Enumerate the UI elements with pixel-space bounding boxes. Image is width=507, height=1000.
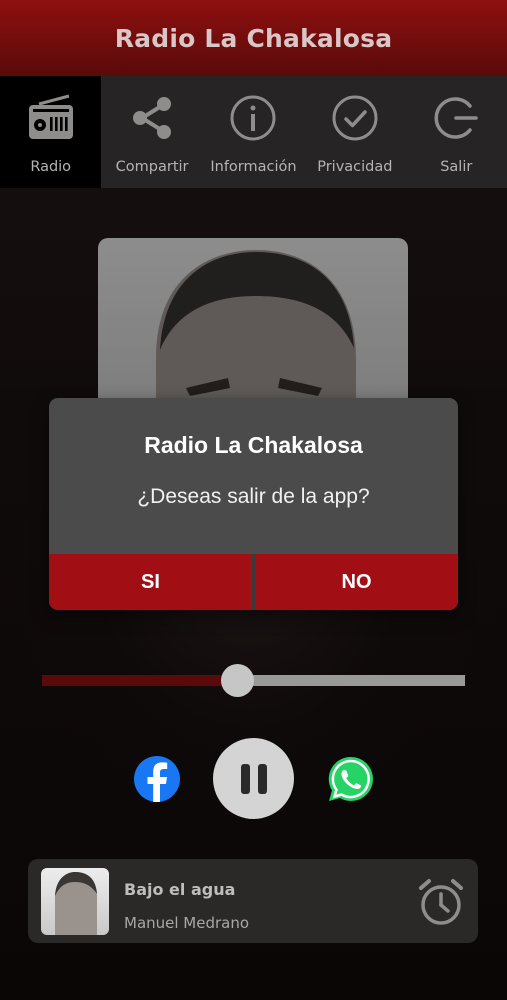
dialog-buttons: SI NO	[49, 554, 458, 610]
artist-photo	[55, 872, 97, 935]
no-button[interactable]: NO	[255, 554, 458, 610]
sleep-timer-icon[interactable]	[416, 876, 466, 928]
app-title: Radio La Chakalosa	[114, 23, 393, 53]
nav-item-privacidad[interactable]: Privacidad	[304, 76, 405, 188]
pause-icon	[240, 763, 267, 794]
nav-label-radio: Radio	[30, 159, 72, 175]
info-icon	[230, 95, 276, 141]
share-icon	[133, 97, 172, 139]
artist-name: Manuel Medrano	[124, 914, 250, 932]
check-circle-icon	[332, 95, 378, 141]
pause-button[interactable]	[213, 738, 294, 819]
dialog-message: ¿Deseas salir de la app?	[137, 485, 370, 508]
volume-fill	[42, 675, 237, 686]
nav-label-informacion: Información	[210, 159, 297, 175]
volume-slider[interactable]	[42, 661, 465, 701]
now-playing-thumbnail	[41, 868, 109, 935]
nav-item-salir[interactable]: Salir	[406, 76, 507, 188]
song-title: Bajo el agua	[124, 880, 236, 899]
now-playing-bar[interactable]: Bajo el agua Manuel Medrano	[28, 859, 478, 943]
yes-button[interactable]: SI	[49, 554, 255, 610]
whatsapp-icon[interactable]	[327, 755, 375, 803]
nav-label-compartir: Compartir	[115, 159, 189, 175]
dialog-title: Radio La Chakalosa	[144, 432, 363, 458]
facebook-icon[interactable]	[133, 755, 181, 803]
exit-icon	[434, 97, 478, 139]
volume-thumb[interactable]	[220, 664, 254, 697]
nav-item-informacion[interactable]: Información	[203, 76, 304, 188]
player-controls	[0, 737, 507, 821]
top-nav: Radio Compartir Información Privacidad S…	[0, 76, 507, 188]
nav-label-salir: Salir	[440, 159, 473, 175]
nav-label-privacidad: Privacidad	[317, 159, 393, 175]
radio-icon	[28, 94, 73, 139]
nav-item-compartir[interactable]: Compartir	[101, 76, 202, 188]
exit-dialog: Radio La Chakalosa ¿Deseas salir de la a…	[49, 398, 458, 610]
nav-item-radio[interactable]: Radio	[0, 76, 102, 188]
app-title-bar: Radio La Chakalosa	[0, 0, 507, 76]
